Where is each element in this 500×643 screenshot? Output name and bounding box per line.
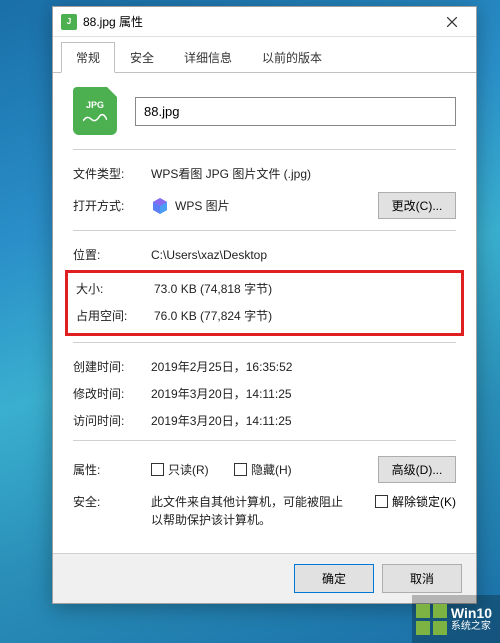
tab-details[interactable]: 详细信息 xyxy=(169,42,247,73)
row-accessed: 访问时间: 2019年3月20日，14:11:25 xyxy=(73,407,456,434)
readonly-checkbox[interactable]: 只读(R) xyxy=(151,461,209,478)
created-value: 2019年2月25日，16:35:52 xyxy=(151,358,456,375)
size-value: 73.0 KB (74,818 字节) xyxy=(154,280,453,297)
unblock-label: 解除锁定(K) xyxy=(392,493,456,510)
tab-content: JPG 88.jpg 文件类型: WPS看图 JPG 图片文件 (.jpg) 打… xyxy=(53,73,476,544)
security-label: 安全: xyxy=(73,493,151,510)
separator xyxy=(73,342,456,343)
watermark-line2: 系统之家 xyxy=(451,621,492,632)
window-title: 88.jpg 属性 xyxy=(83,13,432,30)
file-header: JPG 88.jpg xyxy=(73,87,456,135)
wps-icon xyxy=(151,197,169,215)
modified-label: 修改时间: xyxy=(73,385,151,402)
openwith-value: WPS 图片 xyxy=(175,197,230,214)
row-security: 安全: 此文件来自其他计算机，可能被阻止 以帮助保护该计算机。 解除锁定(K) xyxy=(73,488,456,534)
row-location: 位置: C:\Users\xaz\Desktop xyxy=(73,241,456,268)
filetype-label: 文件类型: xyxy=(73,165,151,182)
ok-button[interactable]: 确定 xyxy=(294,564,374,593)
close-icon xyxy=(447,17,457,27)
modified-value: 2019年3月20日，14:11:25 xyxy=(151,385,456,402)
size-label: 大小: xyxy=(76,280,154,297)
checkbox-icon xyxy=(151,463,164,476)
filename-input[interactable]: 88.jpg xyxy=(135,97,456,126)
unblock-checkbox[interactable]: 解除锁定(K) xyxy=(375,493,456,510)
size-highlight-annotation: 大小: 73.0 KB (74,818 字节) 占用空间: 76.0 KB (7… xyxy=(65,270,464,336)
titlebar[interactable]: J 88.jpg 属性 xyxy=(53,7,476,37)
separator xyxy=(73,440,456,441)
file-ext-label: JPG xyxy=(86,100,104,110)
tab-bar: 常规 安全 详细信息 以前的版本 xyxy=(53,37,476,73)
tab-security[interactable]: 安全 xyxy=(115,42,169,73)
tab-general[interactable]: 常规 xyxy=(61,42,115,73)
file-type-icon: JPG xyxy=(73,87,117,135)
accessed-label: 访问时间: xyxy=(73,412,151,429)
location-label: 位置: xyxy=(73,246,151,263)
readonly-label: 只读(R) xyxy=(168,461,209,478)
cancel-button[interactable]: 取消 xyxy=(382,564,462,593)
created-label: 创建时间: xyxy=(73,358,151,375)
image-wave-icon xyxy=(83,113,107,123)
titlebar-icon: J xyxy=(61,14,77,30)
security-text-line1: 此文件来自其他计算机，可能被阻止 xyxy=(151,495,343,509)
openwith-label: 打开方式: xyxy=(73,197,151,214)
windows-logo-icon xyxy=(416,604,447,635)
separator xyxy=(73,230,456,231)
separator xyxy=(73,149,456,150)
row-modified: 修改时间: 2019年3月20日，14:11:25 xyxy=(73,380,456,407)
advanced-button[interactable]: 高级(D)... xyxy=(378,456,456,483)
accessed-value: 2019年3月20日，14:11:25 xyxy=(151,412,456,429)
change-button[interactable]: 更改(C)... xyxy=(378,192,456,219)
row-sizeondisk: 占用空间: 76.0 KB (77,824 字节) xyxy=(76,302,453,329)
checkbox-icon xyxy=(234,463,247,476)
hidden-checkbox[interactable]: 隐藏(H) xyxy=(234,461,292,478)
row-size: 大小: 73.0 KB (74,818 字节) xyxy=(76,275,453,302)
row-openwith: 打开方式: WPS 图片 更改(C)... xyxy=(73,187,456,224)
sizeondisk-label: 占用空间: xyxy=(76,307,154,324)
close-button[interactable] xyxy=(432,9,472,35)
watermark-line1: Win10 xyxy=(451,606,492,621)
filetype-value: WPS看图 JPG 图片文件 (.jpg) xyxy=(151,165,456,182)
attributes-label: 属性: xyxy=(73,461,151,478)
tab-previous-versions[interactable]: 以前的版本 xyxy=(247,42,337,73)
row-filetype: 文件类型: WPS看图 JPG 图片文件 (.jpg) xyxy=(73,160,456,187)
properties-dialog: J 88.jpg 属性 常规 安全 详细信息 以前的版本 JPG 88.jpg … xyxy=(52,6,477,604)
sizeondisk-value: 76.0 KB (77,824 字节) xyxy=(154,307,453,324)
site-watermark: Win10 系统之家 xyxy=(412,595,500,643)
row-created: 创建时间: 2019年2月25日，16:35:52 xyxy=(73,353,456,380)
row-attributes: 属性: 只读(R) 隐藏(H) 高级(D)... xyxy=(73,451,456,488)
location-value: C:\Users\xaz\Desktop xyxy=(151,248,456,262)
hidden-label: 隐藏(H) xyxy=(251,461,292,478)
security-text-line2: 以帮助保护该计算机。 xyxy=(151,513,271,527)
checkbox-icon xyxy=(375,495,388,508)
security-text: 此文件来自其他计算机，可能被阻止 以帮助保护该计算机。 xyxy=(151,493,375,529)
